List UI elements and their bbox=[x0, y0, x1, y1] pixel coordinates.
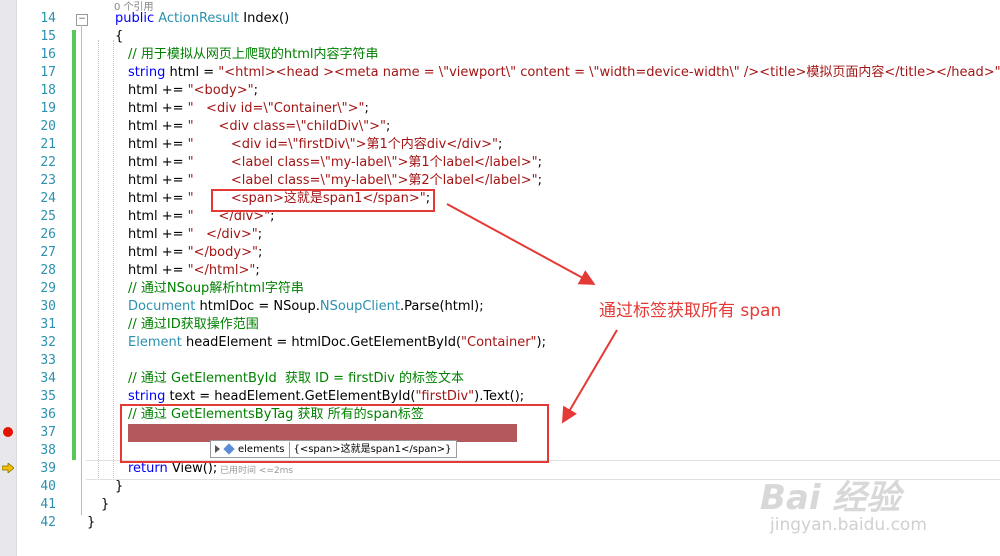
code-editor[interactable]: 14 public ActionResult Index() 15{16// 用于模… bbox=[0, 0, 1000, 556]
annotation-arrow-upper bbox=[446, 203, 596, 285]
watermark-logo: Bai 经验 bbox=[760, 478, 901, 518]
annotation-text: 通过标签获取所有 span bbox=[599, 301, 782, 321]
annotation-arrow-lower bbox=[561, 329, 618, 424]
watermark-url: jingyan.baidu.com bbox=[770, 515, 927, 535]
